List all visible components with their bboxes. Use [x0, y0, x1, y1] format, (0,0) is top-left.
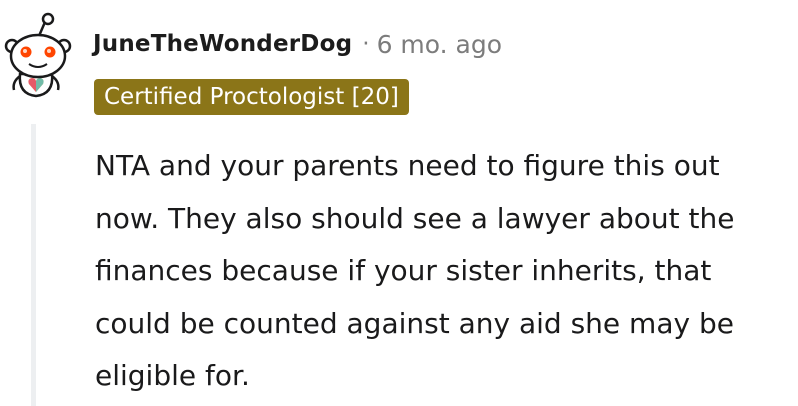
separator-dot: ·	[362, 31, 370, 57]
avatar[interactable]	[2, 12, 74, 102]
snoo-avatar-icon	[4, 12, 72, 98]
comment-body: NTA and your parents need to figure this…	[95, 149, 735, 392]
comment: JuneTheWonderDog · 6 mo. ago Certified P…	[0, 0, 798, 406]
comment-header: JuneTheWonderDog · 6 mo. ago	[93, 26, 502, 62]
user-flair: Certified Proctologist [20]	[94, 79, 409, 115]
timestamp-link[interactable]: 6 mo. ago	[377, 30, 502, 59]
username-link[interactable]: JuneTheWonderDog	[93, 31, 352, 57]
thread-line[interactable]	[31, 124, 36, 406]
